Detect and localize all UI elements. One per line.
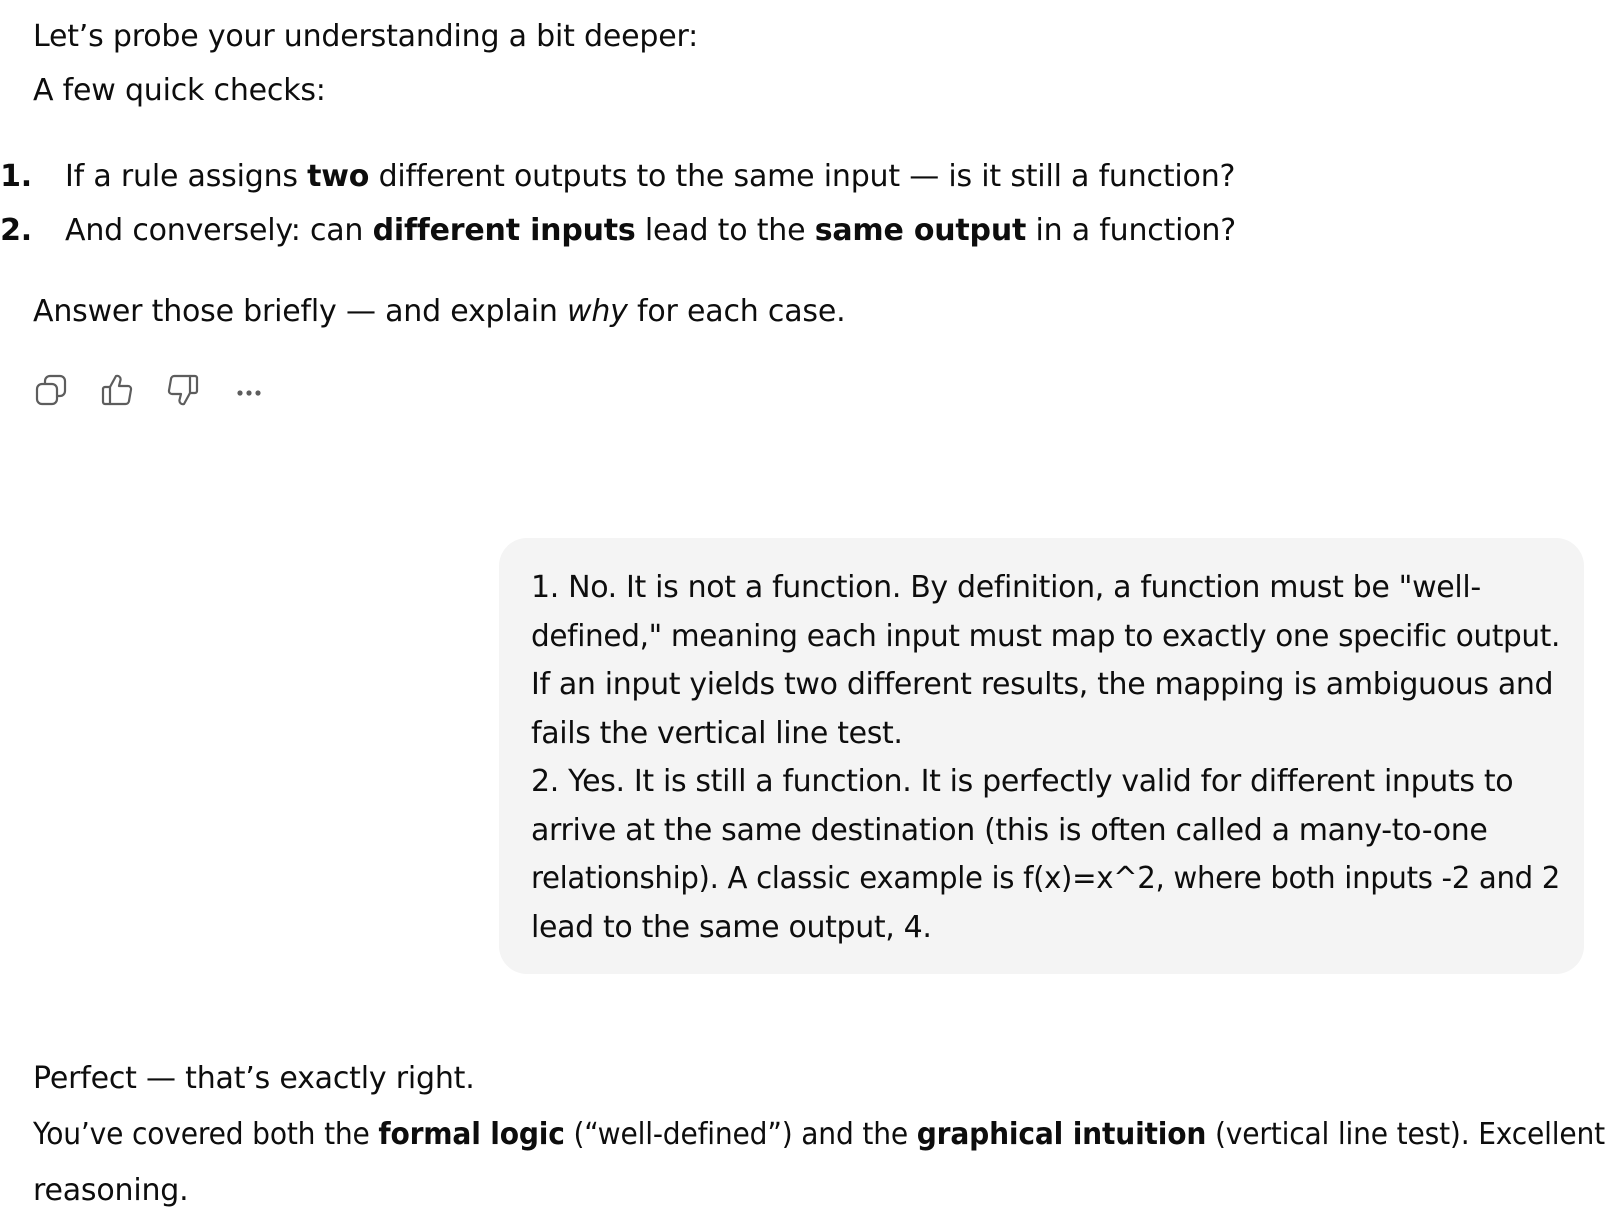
user-message-line: arrive at the same destination (this is … [531,812,1488,848]
lead-text: A few quick checks: [33,73,326,108]
list-item-text: If a rule assigns [65,159,308,194]
user-message-line: 2. Yes. It is still a function. It is pe… [531,764,1514,799]
more-options-icon [237,390,261,396]
list-item-number: 1. [0,159,32,194]
copy-icon [35,374,67,406]
thumbs-up-icon [101,374,133,406]
closing-emphasis: why [566,294,628,329]
copy-button[interactable] [33,372,69,408]
list-item-text: in a function? [1026,213,1236,248]
thumbs-down-button[interactable] [165,372,201,408]
user-message-line: defined," meaning each input must map to… [531,618,1561,654]
reply-text-part: (vertical line test). Excellent [1206,1117,1605,1152]
user-message-line: fails the vertical line test. [531,715,903,751]
user-message-line: lead to the same output, 4. [531,909,932,945]
reply-text-part: (“well-defined”) and the [564,1117,917,1152]
message-actions [33,370,267,410]
list-item-text: And conversely: can [65,213,373,248]
assistant-reply-line: reasoning. [33,1173,189,1208]
reply-text-part: You’ve covered both the [33,1117,379,1152]
closing-text-part: Answer those briefly — and explain [33,294,567,329]
user-message-line: 1. No. It is not a function. By definiti… [531,570,1481,605]
reply-bold-text: graphical intuition [916,1117,1207,1152]
user-message-line: If an input yields two different results… [531,667,1554,702]
list-item-bold-text: same output [814,213,1027,248]
closing-text: Answer those briefly — and explain why f… [33,292,846,332]
list-item-number: 2. [0,213,32,248]
assistant-reply-line: Perfect — that’s exactly right. [33,1061,475,1096]
list-item-text: lead to the [635,213,815,248]
list-item: 2. And conversely: can different inputs l… [0,211,1236,251]
closing-text-part: for each case. [627,294,846,329]
list-item-text: different outputs to the same input — is… [369,159,1236,194]
user-message-bubble: 1. No. It is not a function. By definiti… [499,538,1584,974]
thumbs-down-icon [167,374,199,406]
intro-text: Let’s probe your understanding a bit dee… [33,19,698,54]
user-message-line: relationship). A classic example is f(x)… [531,861,1561,896]
list-item-bold-text: different inputs [372,213,636,248]
list-item: 1. If a rule assigns two different output… [0,157,1236,197]
reply-bold-text: formal logic [378,1117,565,1152]
list-item-bold-text: two [307,159,370,194]
more-options-button[interactable] [231,372,267,408]
assistant-reply-line: You’ve covered both the formal logic (“w… [33,1115,1605,1155]
thumbs-up-button[interactable] [99,372,135,408]
